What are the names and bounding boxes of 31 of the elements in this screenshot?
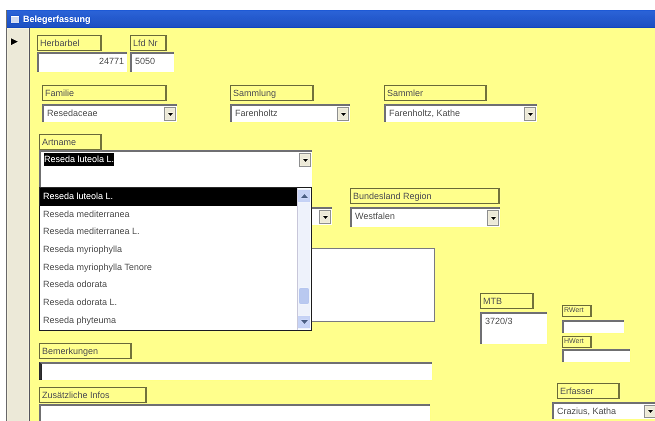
combo-box[interactable]: Farenholtz, Kathe bbox=[384, 104, 537, 122]
combo-box[interactable]: Farenholtz bbox=[230, 104, 350, 122]
field-label: Herbarbel bbox=[37, 35, 102, 51]
list-option[interactable]: Reseda phyteuma bbox=[40, 312, 297, 330]
combo-box[interactable]: Reseda luteola L. bbox=[39, 150, 312, 187]
list-option[interactable]: Reseda odorata L. bbox=[40, 294, 297, 312]
text-field[interactable]: 3720/3 bbox=[480, 312, 547, 344]
field-label: Sammler bbox=[384, 85, 487, 101]
list-option[interactable]: Reseda myriophylla bbox=[40, 241, 297, 259]
field-label: Artname bbox=[39, 134, 102, 150]
window-title: Belegerfassung bbox=[23, 14, 91, 24]
list-option[interactable]: Reseda luteola L. bbox=[40, 188, 297, 206]
text-field[interactable]: 24771 bbox=[37, 52, 127, 72]
combo-box[interactable]: Crazius, Katha bbox=[552, 402, 655, 419]
list-option[interactable]: Reseda myriophylla Tenore bbox=[40, 258, 297, 276]
combo-box[interactable]: Resedaceae bbox=[42, 104, 177, 122]
field-label: MTB bbox=[480, 293, 534, 309]
field-label: Bemerkungen bbox=[39, 343, 132, 359]
field-label: Erfasser bbox=[557, 383, 620, 399]
text-field[interactable]: 5050 bbox=[130, 52, 174, 72]
field-label: Familie bbox=[42, 85, 167, 101]
list-option[interactable]: Reseda mediterranea bbox=[40, 206, 297, 224]
field-label: Lfd Nr bbox=[130, 35, 167, 51]
list-option[interactable]: Reseda odorata bbox=[40, 276, 297, 294]
field-label: Sammlung bbox=[230, 85, 314, 101]
field-label: Zusätzliche Infos bbox=[39, 387, 147, 403]
field-label: Bundesland Region bbox=[350, 188, 500, 204]
current-record-icon: ▶ bbox=[11, 36, 18, 46]
list-option[interactable]: Reseda mediterranea L. bbox=[40, 223, 297, 242]
record-selector[interactable]: ▶ bbox=[7, 28, 30, 421]
combo-box[interactable]: Westfalen bbox=[350, 207, 500, 227]
